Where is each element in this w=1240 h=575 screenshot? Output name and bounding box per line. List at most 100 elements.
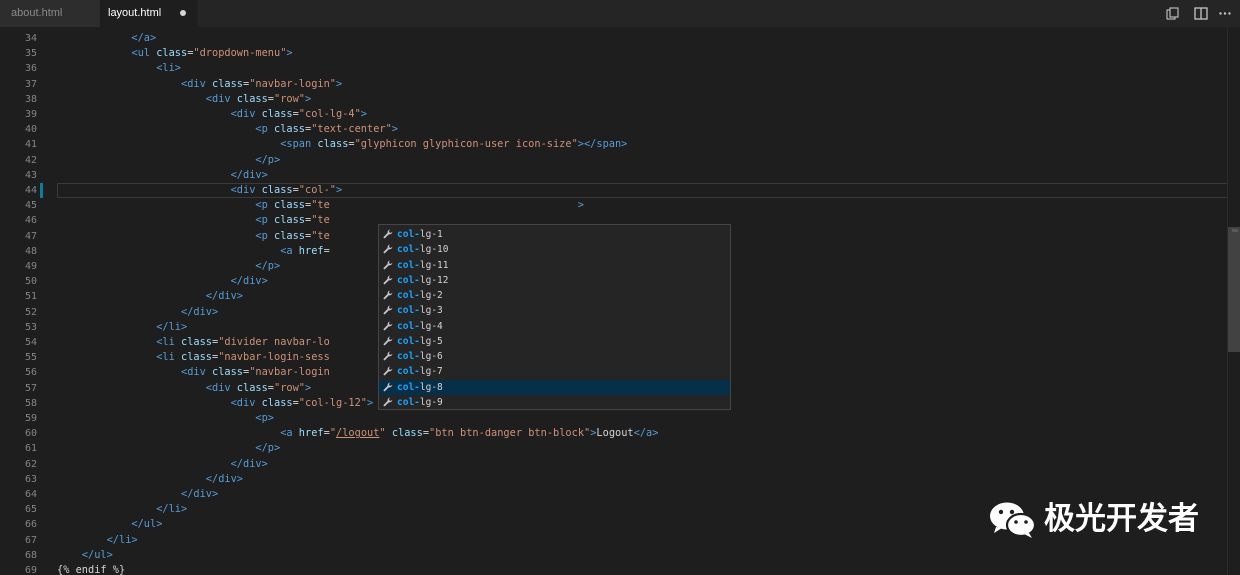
- code-line[interactable]: <div class="col-lg-12">: [231, 396, 374, 411]
- code-line[interactable]: </div>: [231, 168, 268, 183]
- suggestion-item[interactable]: col-lg-9: [379, 395, 730, 410]
- more-actions-icon[interactable]: [1218, 7, 1232, 20]
- code-line[interactable]: </li>: [156, 320, 187, 335]
- code-line[interactable]: <div class="navbar-login">: [181, 77, 342, 92]
- suggestion-item[interactable]: col-lg-4: [379, 319, 730, 334]
- code-line[interactable]: <span class="glyphicon glyphicon-user ic…: [280, 137, 627, 152]
- tab-bar: about.html layout.html: [0, 0, 1240, 27]
- code-line[interactable]: </p>: [255, 153, 280, 168]
- tab-about-html[interactable]: about.html: [0, 0, 100, 27]
- split-editor-icon[interactable]: [1194, 7, 1208, 20]
- code-token: >: [305, 92, 312, 105]
- code-token: "btn btn-danger btn-block": [429, 427, 591, 440]
- suggestion-item[interactable]: col-lg-10: [379, 242, 730, 257]
- code-line[interactable]: <div class="row">: [206, 381, 311, 396]
- code-token: >: [286, 47, 293, 60]
- code-token: "dropdown-menu": [193, 47, 287, 60]
- tab-label: layout.html: [108, 7, 162, 19]
- code-line[interactable]: </div>: [231, 274, 268, 289]
- line-number: 58: [24, 397, 37, 409]
- suggestion-item[interactable]: col-lg-2: [379, 288, 730, 303]
- code-line[interactable]: </li>: [156, 502, 187, 517]
- code-token: "te: [311, 199, 330, 212]
- code-line[interactable]: <div class="col-">: [231, 183, 343, 198]
- suggestion-item[interactable]: col-lg-11: [379, 258, 730, 273]
- line-number: 40: [24, 124, 37, 136]
- code-line[interactable]: <p class="te: [255, 198, 329, 213]
- code-token: </ul>: [131, 518, 163, 531]
- code-line[interactable]: <p class="te: [255, 229, 329, 244]
- wrench-icon: [383, 244, 393, 254]
- code-line[interactable]: <p class="text-center">: [255, 122, 398, 137]
- code-token: </p>: [255, 442, 281, 455]
- code-line[interactable]: <a href=: [280, 244, 330, 259]
- code-line[interactable]: </div>: [181, 487, 218, 502]
- wrench-icon: [383, 336, 393, 346]
- line-number: 64: [24, 489, 37, 500]
- code-token: >: [360, 108, 367, 120]
- line-number: 60: [24, 428, 37, 440]
- code-line[interactable]: </div>: [181, 305, 218, 320]
- code-line[interactable]: <p>: [255, 411, 274, 426]
- code-token: "row": [274, 381, 305, 394]
- code-line[interactable]: <ul class="dropdown-menu">: [131, 46, 292, 61]
- line-number: 51: [24, 291, 37, 303]
- code-line[interactable]: </a>: [131, 31, 156, 46]
- unsaved-changes-dot-icon[interactable]: [180, 10, 186, 16]
- line-number: 56: [24, 367, 37, 379]
- code-line[interactable]: <p class="te: [255, 213, 329, 228]
- suggestion-item[interactable]: col-lg-6: [379, 349, 730, 364]
- suggestion-item[interactable]: col-lg-8: [379, 379, 730, 395]
- code-line[interactable]: <div class="row">: [206, 92, 311, 107]
- wrench-icon: [383, 260, 393, 269]
- code-line[interactable]: <li class="navbar-login-sess: [156, 350, 330, 365]
- open-changes-icon[interactable]: [1166, 7, 1180, 20]
- line-number: 67: [24, 534, 37, 546]
- code-line[interactable]: </div>: [206, 289, 243, 304]
- watermark-text: 极光开发者: [1044, 501, 1199, 537]
- code-line[interactable]: </li>: [107, 533, 138, 548]
- suggestion-item[interactable]: col-lg-5: [379, 334, 730, 349]
- code-token: class: [181, 351, 212, 364]
- code-line[interactable]: <div class="navbar-login: [181, 365, 330, 380]
- code-token: <p: [255, 229, 274, 242]
- code-line[interactable]: </div>: [206, 472, 243, 487]
- code-line[interactable]: </ul>: [131, 517, 162, 532]
- code-token: </div>: [205, 290, 243, 303]
- code-token: </a>: [131, 32, 157, 44]
- code-line[interactable]: <li class="divider navbar-lo: [156, 335, 330, 350]
- suggestion-item[interactable]: col-lg-3: [379, 303, 730, 318]
- code-token: </li>: [156, 320, 188, 333]
- vertical-scrollbar[interactable]: [1227, 27, 1240, 575]
- code-token: <div: [230, 184, 262, 196]
- code-line[interactable]: <li>: [156, 61, 181, 76]
- code-line[interactable]: </p>: [255, 259, 280, 274]
- code-token: </li>: [106, 533, 138, 546]
- wrench-icon: [383, 366, 393, 376]
- suggestion-item[interactable]: col-lg-12: [379, 273, 730, 288]
- suggestion-item[interactable]: col-lg-7: [379, 364, 730, 379]
- code-token: </div>: [181, 305, 219, 318]
- code-token: class: [317, 138, 349, 151]
- code-line[interactable]: {% endif %}: [57, 563, 125, 575]
- code-token: class: [391, 427, 423, 440]
- code-line[interactable]: <div class="col-lg-4">: [231, 107, 367, 122]
- code-token: "navbar-login: [249, 366, 330, 379]
- code-line-tail[interactable]: >: [578, 198, 584, 213]
- code-editor[interactable]: 34 </a> 35 <ul class="dropdown-menu"> 36 <li>…: [0, 27, 1240, 575]
- code-token: </div>: [205, 472, 243, 485]
- line-number: 38: [24, 93, 37, 105]
- code-token: class: [274, 199, 305, 212]
- tab-layout-html[interactable]: layout.html: [100, 0, 198, 27]
- suggestion-item[interactable]: col-lg-1: [379, 227, 730, 242]
- code-line[interactable]: </p>: [255, 441, 280, 456]
- suggestion-label: col-lg-8: [397, 381, 443, 393]
- suggestion-label: col-lg-10: [397, 244, 449, 256]
- code-token: "divider navbar-lo: [218, 336, 330, 348]
- code-line[interactable]: <a href="/logout" class="btn btn-danger …: [280, 426, 658, 441]
- scrollbar-thumb[interactable]: [1228, 227, 1240, 352]
- code-line[interactable]: </ul>: [82, 548, 113, 563]
- code-token: <a: [280, 427, 299, 440]
- code-token: Logout: [596, 427, 634, 440]
- code-line[interactable]: </div>: [231, 457, 268, 472]
